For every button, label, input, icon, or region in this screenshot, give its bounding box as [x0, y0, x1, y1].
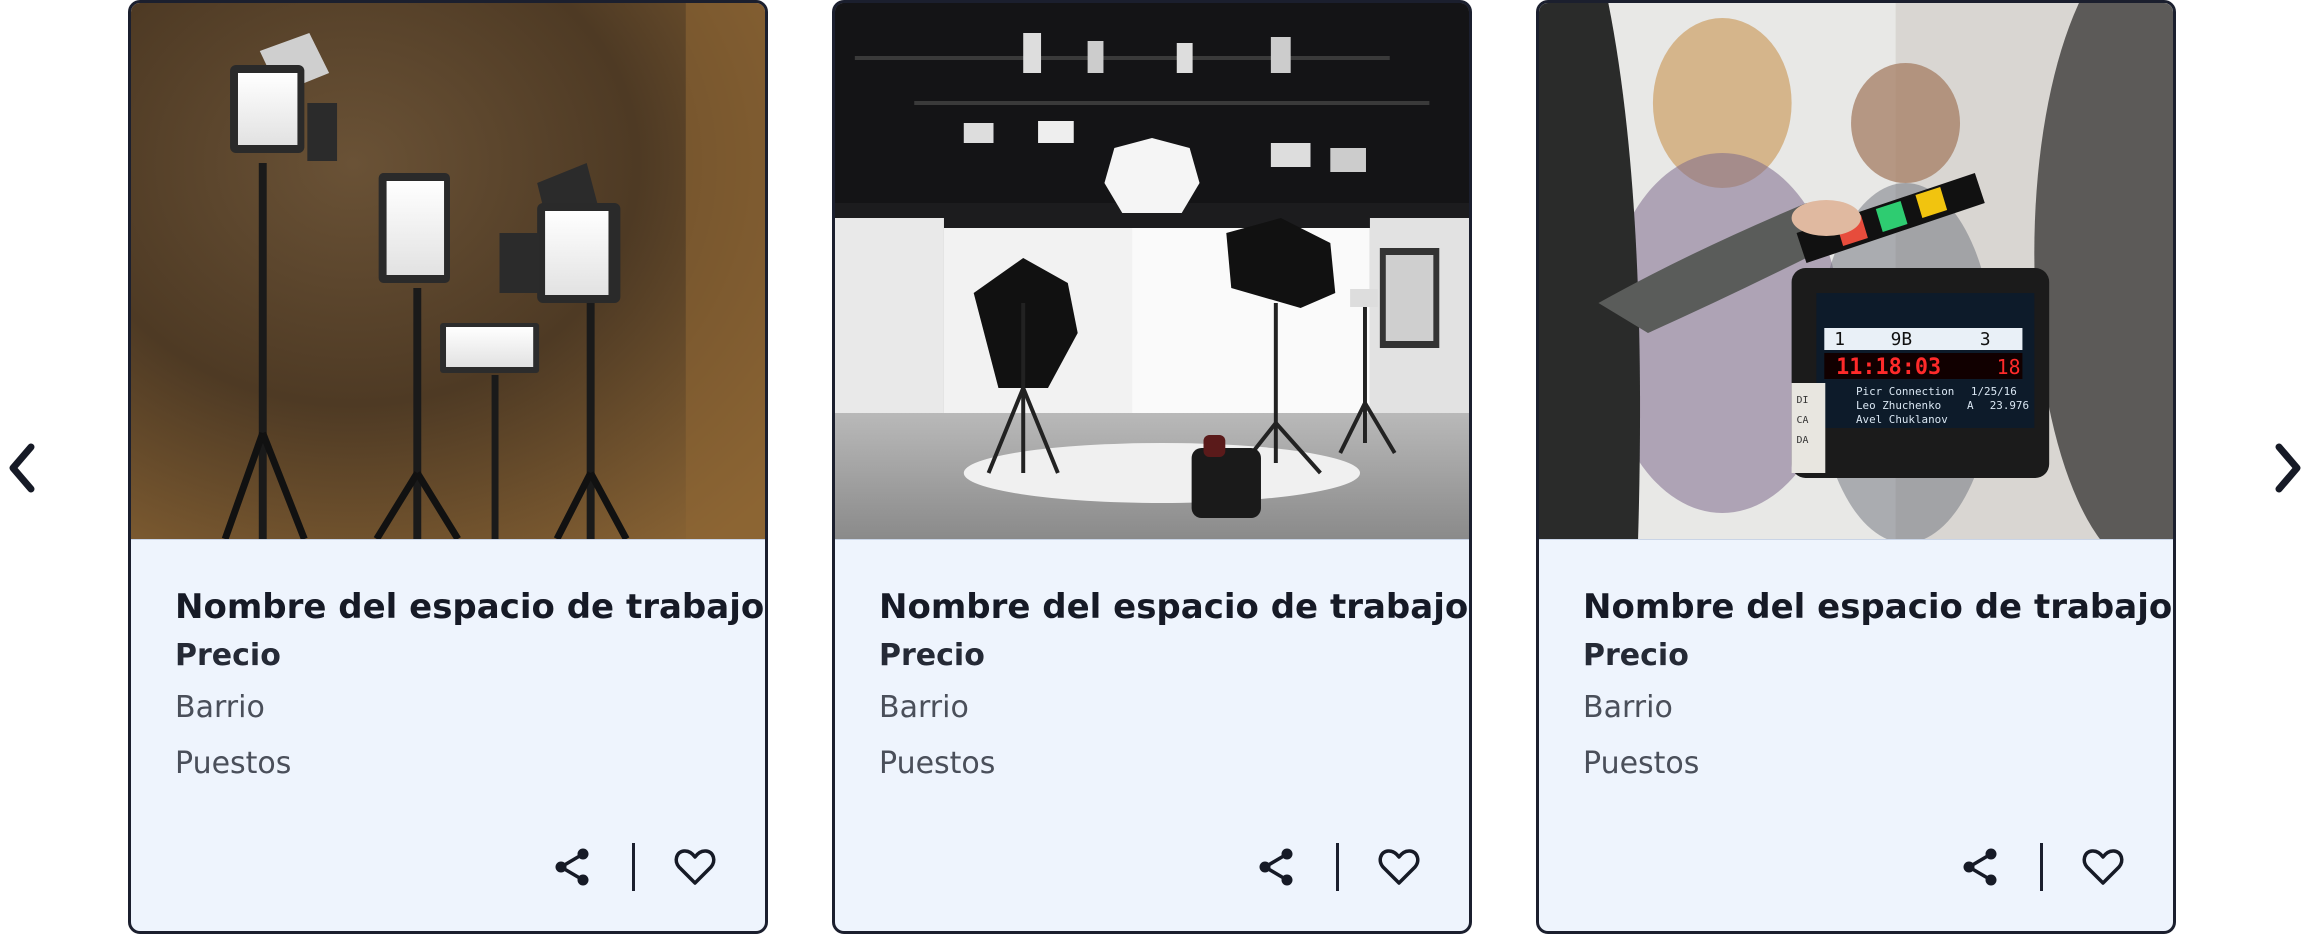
workspace-seats: Puestos — [879, 746, 996, 781]
studio-led-lights-photo — [131, 3, 765, 539]
share-icon — [555, 848, 589, 886]
share-button[interactable] — [544, 839, 600, 895]
actions-divider — [1336, 843, 1339, 891]
workspace-neighborhood: Barrio — [1583, 690, 1673, 725]
svg-text:Avel Chuklanov: Avel Chuklanov — [1856, 413, 1948, 426]
workspace-neighborhood: Barrio — [879, 690, 969, 725]
share-button[interactable] — [1952, 839, 2008, 895]
svg-text:CA: CA — [1797, 415, 1809, 426]
svg-text:DI: DI — [1797, 395, 1809, 406]
photo-studio-umbrellas-photo — [835, 3, 1469, 539]
workspace-seats: Puestos — [1583, 746, 1700, 781]
svg-text:1: 1 — [1834, 329, 1845, 350]
carousel-next-button[interactable] — [2266, 438, 2304, 498]
svg-text:DA: DA — [1797, 435, 1809, 446]
share-icon — [1259, 848, 1293, 886]
svg-text:A: A — [1967, 399, 1974, 412]
film-clapperboard-photo: 1 9B 3 11:18:03 18 Picr Connection 1/25/… — [1539, 3, 2173, 539]
actions-divider — [2040, 843, 2043, 891]
svg-text:11:18:03: 11:18:03 — [1836, 355, 1941, 380]
workspace-price: Precio — [1583, 638, 1689, 673]
workspace-name: Nombre del espacio de trabajo — [1583, 587, 2173, 627]
carousel-prev-button[interactable] — [0, 438, 44, 498]
svg-text:3: 3 — [1980, 329, 1991, 350]
workspace-card[interactable]: Nombre del espacio de trabajo Precio Bar… — [128, 0, 768, 934]
workspace-name: Nombre del espacio de trabajo — [175, 587, 765, 627]
card-actions — [1952, 839, 2131, 895]
card-actions — [544, 839, 723, 895]
svg-text:1/25/16: 1/25/16 — [1971, 385, 2017, 398]
svg-text:18: 18 — [1997, 356, 2021, 379]
card-actions — [1248, 839, 1427, 895]
workspace-price: Precio — [175, 638, 281, 673]
workspace-neighborhood: Barrio — [175, 690, 265, 725]
card-body: Nombre del espacio de trabajo Precio Bar… — [835, 539, 1469, 931]
chevron-right-icon — [2275, 443, 2301, 493]
workspace-card[interactable]: 1 9B 3 11:18:03 18 Picr Connection 1/25/… — [1536, 0, 2176, 934]
svg-text:Leo Zhuchenko: Leo Zhuchenko — [1856, 399, 1941, 412]
share-button[interactable] — [1248, 839, 1304, 895]
workspace-carousel: Nombre del espacio de trabajo Precio Bar… — [0, 0, 2304, 934]
heart-icon — [674, 849, 716, 885]
chevron-left-icon — [9, 443, 35, 493]
heart-icon — [1378, 849, 1420, 885]
share-icon — [1963, 848, 1997, 886]
card-body: Nombre del espacio de trabajo Precio Bar… — [131, 539, 765, 931]
svg-text:Picr Connection: Picr Connection — [1856, 385, 1954, 398]
favorite-button[interactable] — [1371, 839, 1427, 895]
card-body: Nombre del espacio de trabajo Precio Bar… — [1539, 539, 2173, 931]
svg-text:9B: 9B — [1891, 329, 1912, 350]
workspace-seats: Puestos — [175, 746, 292, 781]
workspace-name: Nombre del espacio de trabajo — [879, 587, 1469, 627]
svg-text:23.976: 23.976 — [1990, 399, 2029, 412]
actions-divider — [632, 843, 635, 891]
workspace-price: Precio — [879, 638, 985, 673]
favorite-button[interactable] — [667, 839, 723, 895]
workspace-card[interactable]: Nombre del espacio de trabajo Precio Bar… — [832, 0, 1472, 934]
heart-icon — [2082, 849, 2124, 885]
favorite-button[interactable] — [2075, 839, 2131, 895]
